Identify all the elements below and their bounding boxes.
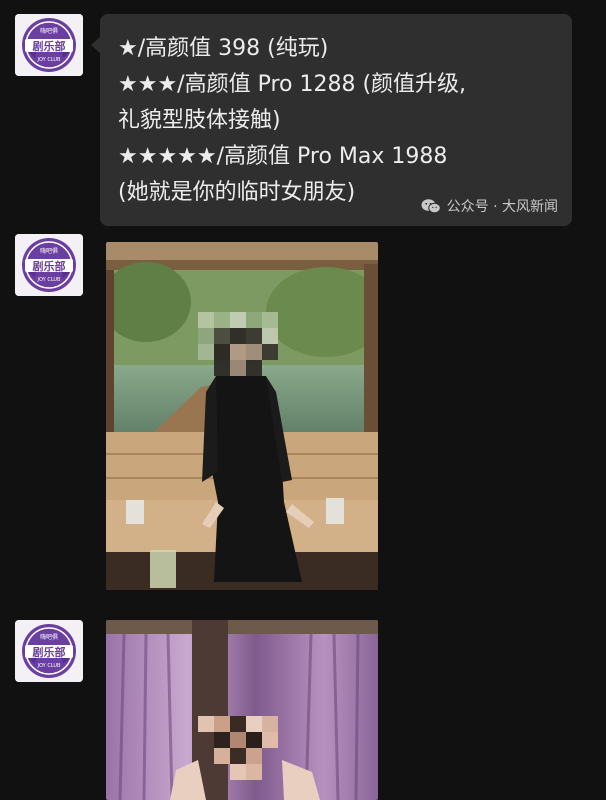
logo-bottom-text: JOY CLUB — [37, 57, 61, 63]
watermark: 公众号 · 大风新闻 — [421, 196, 558, 216]
logo-main-text: 剧乐部 — [33, 39, 66, 53]
sender-avatar[interactable]: 嗨吧俱 剧乐部 JOY CLUB — [15, 14, 83, 76]
logo-main-text: 剧乐部 — [33, 645, 66, 659]
joy-club-logo-icon: 嗨吧俱 剧乐部 JOY CLUB — [15, 234, 83, 296]
logo-top-text: 嗨吧俱 — [40, 27, 58, 35]
message-line-4: ★★★★★/高颜值 Pro Max 1988 — [118, 144, 448, 169]
message-line-2: ★★★/高颜值 Pro 1288 (颜值升级, — [118, 72, 467, 97]
chat-photo[interactable] — [106, 242, 378, 590]
logo-main-text: 剧乐部 — [33, 259, 66, 273]
watermark-text: 公众号 · 大风新闻 — [446, 199, 558, 215]
joy-club-logo-icon: 嗨吧俱 剧乐部 JOY CLUB — [15, 620, 83, 682]
message-line-1: ★/高颜值 398 (纯玩) — [118, 36, 329, 61]
message-bubble[interactable]: ★/高颜值 398 (纯玩) ★★★/高颜值 Pro 1288 (颜值升级, 礼… — [91, 14, 572, 226]
sender-avatar[interactable]: 嗨吧俱 剧乐部 JOY CLUB — [15, 234, 83, 296]
chat-photo[interactable] — [106, 620, 378, 800]
logo-top-text: 嗨吧俱 — [40, 247, 58, 255]
joy-club-logo-icon: 嗨吧俱 剧乐部 JOY CLUB — [15, 14, 83, 76]
wechat-icon — [421, 199, 441, 214]
logo-bottom-text: JOY CLUB — [37, 663, 61, 669]
message-line-3: 礼貌型肢体接触) — [118, 108, 281, 133]
sender-avatar[interactable]: 嗨吧俱 剧乐部 JOY CLUB — [15, 620, 83, 682]
curtain-photo-image — [106, 620, 378, 800]
boat-photo-image — [106, 242, 378, 590]
chat-view: 嗨吧俱 剧乐部 JOY CLUB ★/高颜值 398 (纯玩) ★★★/高颜值 … — [0, 0, 606, 800]
logo-bottom-text: JOY CLUB — [37, 277, 61, 283]
logo-top-text: 嗨吧俱 — [40, 633, 58, 641]
